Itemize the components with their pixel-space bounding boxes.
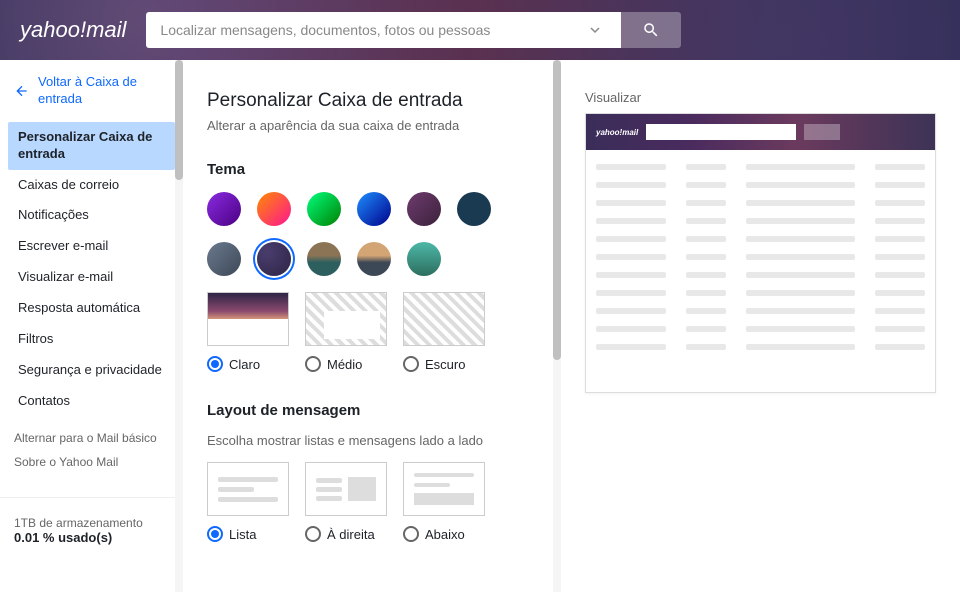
theme-swatch-sunset[interactable]: [357, 242, 391, 276]
mode-preview-dark[interactable]: [403, 292, 485, 346]
theme-mode-options: [207, 292, 537, 346]
radio-light[interactable]: Claro: [207, 356, 289, 372]
switch-basic-mail-link[interactable]: Alternar para o Mail básico: [14, 431, 169, 445]
nav-auto-reply[interactable]: Resposta automática: [8, 293, 175, 324]
arrow-left-icon: [14, 83, 30, 99]
theme-swatch-mountain[interactable]: [307, 242, 341, 276]
theme-swatch-teal[interactable]: [407, 242, 441, 276]
sidebar-divider: [0, 497, 183, 498]
layout-preview-right[interactable]: [305, 462, 387, 516]
theme-swatch-green[interactable]: [307, 192, 341, 226]
preview-list: [686, 164, 925, 378]
preview-header: yahoo!mail: [586, 114, 935, 150]
layout-heading: Layout de mensagem: [207, 402, 537, 419]
sidebar: Voltar à Caixa de entrada Personalizar C…: [0, 60, 183, 592]
theme-swatch-slate[interactable]: [207, 242, 241, 276]
preview-panel: Visualizar yahoo!mail: [561, 60, 960, 592]
nav-filters[interactable]: Filtros: [8, 324, 175, 355]
theme-swatch-purple[interactable]: [207, 192, 241, 226]
radio-icon: [305, 356, 321, 372]
layout-radios: Lista À direita Abaixo: [207, 526, 537, 542]
preview-body: [586, 150, 935, 392]
layout-subtitle: Escolha mostrar listas e mensagens lado …: [207, 433, 537, 448]
theme-swatch-plum[interactable]: [407, 192, 441, 226]
nav-notifications[interactable]: Notificações: [8, 200, 175, 231]
about-yahoo-mail-link[interactable]: Sobre o Yahoo Mail: [14, 455, 169, 469]
theme-swatch-navy[interactable]: [457, 192, 491, 226]
theme-swatch-nebula[interactable]: [257, 242, 291, 276]
preview-sidebar: [596, 164, 666, 378]
nav-compose-email[interactable]: Escrever e-mail: [8, 231, 175, 262]
layout-options: [207, 462, 537, 516]
preview-label: Visualizar: [585, 90, 936, 105]
mode-preview-light[interactable]: [207, 292, 289, 346]
layout-preview-below[interactable]: [403, 462, 485, 516]
mode-preview-medium[interactable]: [305, 292, 387, 346]
radio-icon: [403, 356, 419, 372]
search-icon: [642, 21, 660, 39]
app-body: Voltar à Caixa de entrada Personalizar C…: [0, 60, 960, 592]
radio-layout-list[interactable]: Lista: [207, 526, 289, 542]
radio-icon: [305, 526, 321, 542]
search-input[interactable]: [146, 12, 621, 48]
search-container: [146, 12, 681, 48]
preview-logo: yahoo!mail: [596, 128, 638, 137]
app-header: yahoo!mail: [0, 0, 960, 60]
layout-preview-list[interactable]: [207, 462, 289, 516]
nav-contacts[interactable]: Contatos: [8, 386, 175, 417]
main-content: Personalizar Caixa de entrada Alterar a …: [183, 60, 960, 592]
nav-mailboxes[interactable]: Caixas de correio: [8, 170, 175, 201]
radio-layout-below[interactable]: Abaixo: [403, 526, 485, 542]
search-button[interactable]: [621, 12, 681, 48]
theme-swatch-blue[interactable]: [357, 192, 391, 226]
radio-icon: [403, 526, 419, 542]
theme-mode-radios: Claro Médio Escuro: [207, 356, 537, 372]
back-to-inbox-link[interactable]: Voltar à Caixa de entrada: [0, 60, 183, 118]
theme-heading: Tema: [207, 161, 537, 178]
radio-icon: [207, 526, 223, 542]
yahoo-mail-logo: yahoo!mail: [20, 17, 126, 43]
nav-personalize-inbox[interactable]: Personalizar Caixa de entrada: [8, 122, 175, 170]
settings-nav: Personalizar Caixa de entrada Caixas de …: [0, 118, 183, 421]
preview-box: yahoo!mail: [585, 113, 936, 393]
radio-dark[interactable]: Escuro: [403, 356, 485, 372]
page-title: Personalizar Caixa de entrada: [207, 90, 537, 112]
nav-security-privacy[interactable]: Segurança e privacidade: [8, 355, 175, 386]
preview-search-btn: [804, 124, 840, 140]
storage-info: 1TB de armazenamento 0.01 % usado(s): [0, 506, 183, 555]
sidebar-scrollbar-thumb[interactable]: [175, 60, 183, 180]
radio-layout-right[interactable]: À direita: [305, 526, 387, 542]
nav-view-email[interactable]: Visualizar e-mail: [8, 262, 175, 293]
page-subtitle: Alterar a aparência da sua caixa de entr…: [207, 118, 537, 133]
settings-scrollbar-thumb[interactable]: [553, 60, 561, 360]
radio-medium[interactable]: Médio: [305, 356, 387, 372]
radio-icon: [207, 356, 223, 372]
settings-panel: Personalizar Caixa de entrada Alterar a …: [183, 60, 561, 592]
preview-search: [646, 124, 796, 140]
theme-swatch-orange-pink[interactable]: [257, 192, 291, 226]
theme-swatches: [207, 192, 507, 276]
sidebar-bottom-links: Alternar para o Mail básico Sobre o Yaho…: [0, 421, 183, 489]
